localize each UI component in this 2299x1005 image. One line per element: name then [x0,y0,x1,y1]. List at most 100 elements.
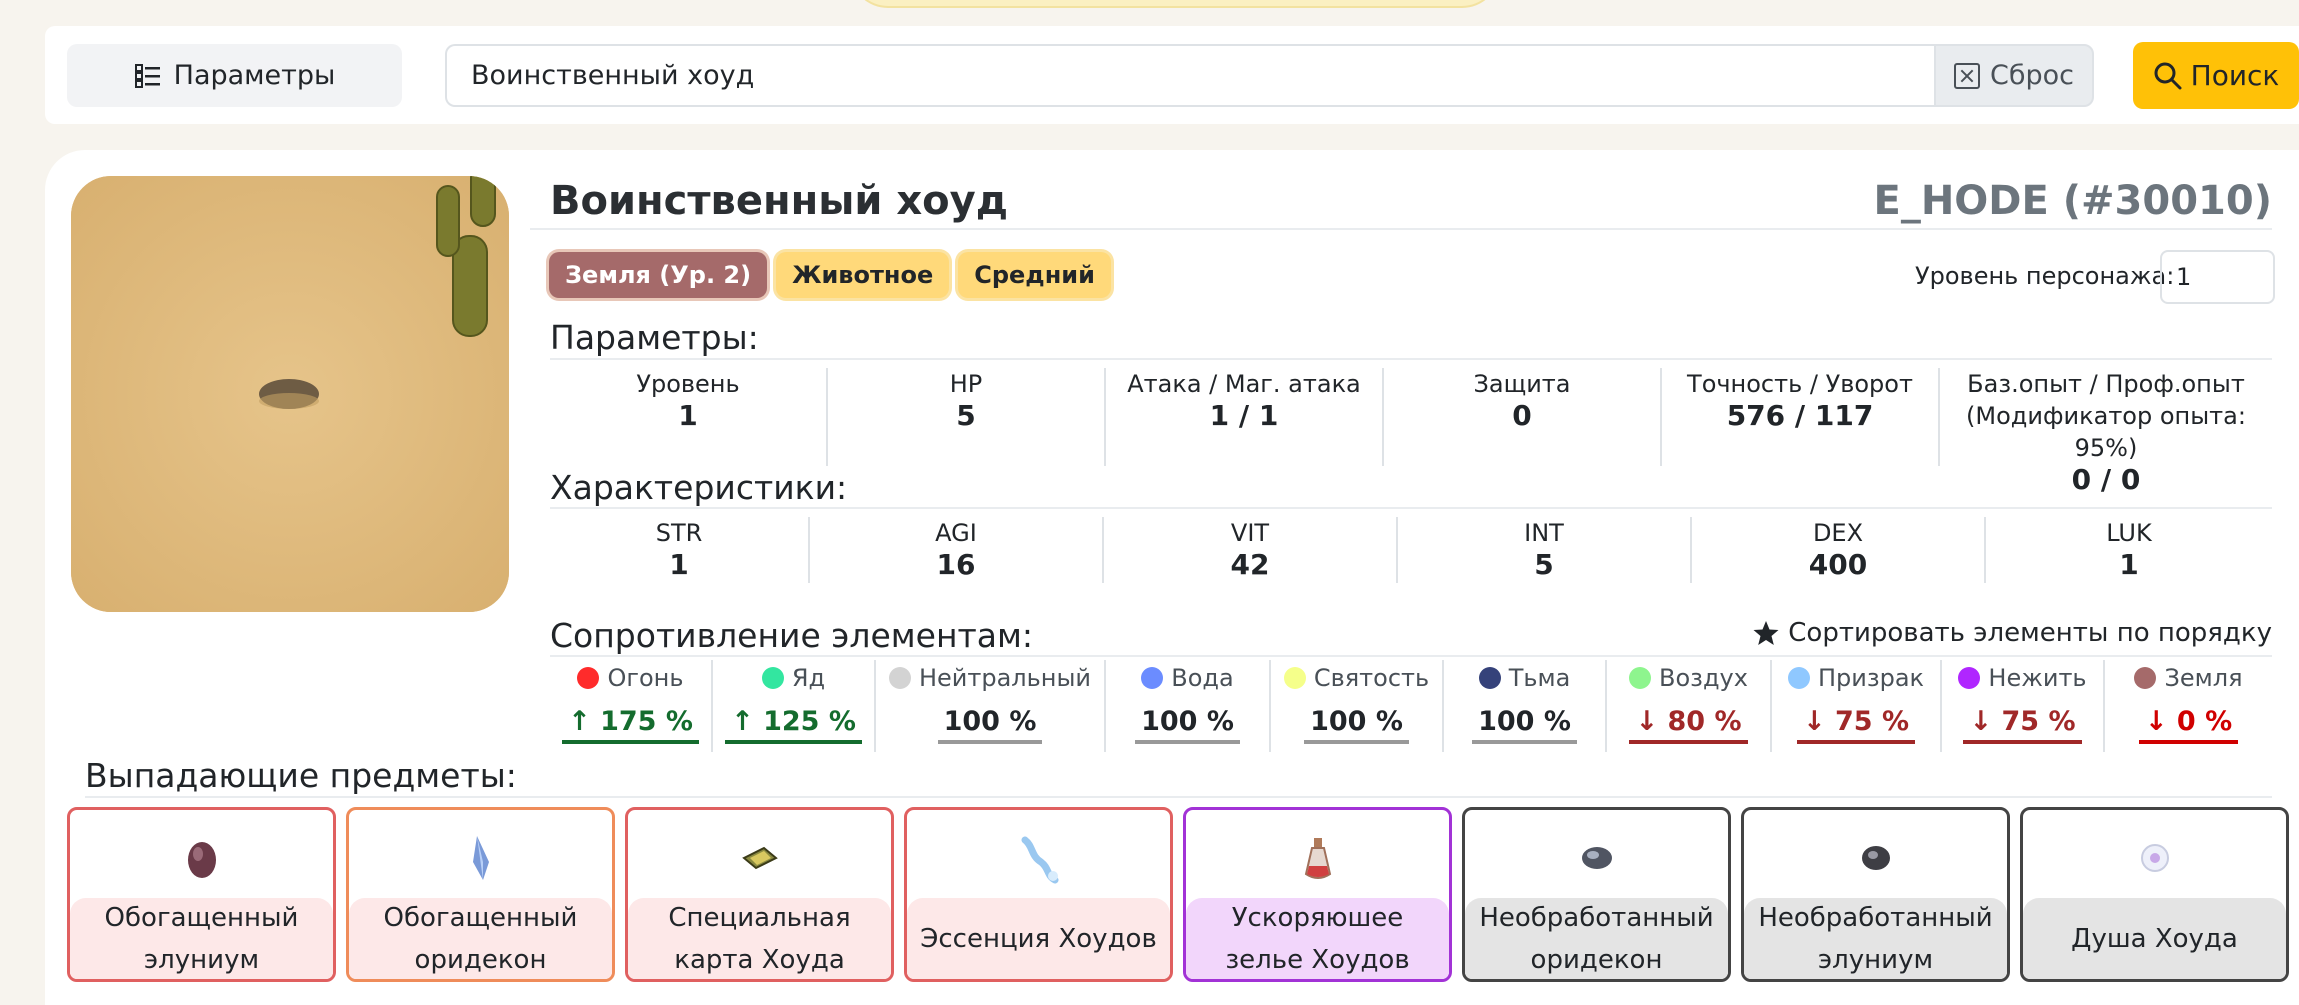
drop-item-label: Эссенция Хоудов [907,898,1170,979]
params-row: Уровень 1 HP 5 Атака / Маг. атака 1 / 1 … [550,368,2272,496]
sort-elements-label: Сортировать элементы по порядку [1788,618,2272,648]
char-level-label: Уровень персонажа: [1915,262,2175,290]
drop-item-label: Душа Хоуда [2023,898,2286,979]
soul-icon [2140,844,2169,872]
divider [550,507,2272,509]
search-button-label: Поиск [2190,59,2280,92]
reset-button[interactable]: Сброс [1934,44,2094,107]
element-badge: Земля (Ур. 2) [549,252,768,298]
search-input[interactable]: Воинственный хоуд [445,44,1935,107]
char-level-input[interactable]: 1 [2160,250,2275,304]
param-label: Защита [1473,370,1571,398]
stat-value: 1 [2119,548,2139,581]
element-name: Огонь [607,664,684,692]
stat-label: LUK [2106,519,2152,547]
parameters-button[interactable]: Параметры [67,44,402,107]
element-name: Яд [791,664,826,692]
list-check-icon [134,63,160,88]
param-value: 576 / 117 [1726,399,1874,432]
element-value: ↓ 0 % [2138,706,2239,744]
param-label: Атака / Маг. атака [1127,370,1361,398]
monster-id: E_HODE (#30010) [1873,178,2273,224]
drop-item-label: Необработанный элуниум [1744,898,2007,979]
param-value: 1 [678,399,698,432]
param-cell: Атака / Маг. атака 1 / 1 [1106,368,1384,466]
drop-item[interactable]: Эссенция Хоудов [904,807,1173,982]
star-icon [1753,621,1779,645]
element-ghost: Призрак ↓ 75 % [1772,660,1942,752]
param-value: 5 [956,399,976,432]
drop-item[interactable]: Обогащенный оридекон [346,807,615,982]
stat-label: STR [655,519,703,547]
drop-item[interactable]: Специальная карта Хоуда [625,807,894,982]
search-button[interactable]: Поиск [2133,42,2299,109]
stat-cell: DEX 400 [1692,517,1986,583]
parameters-button-label: Параметры [173,60,336,91]
element-shadow: Тьма 100 % [1444,660,1607,752]
stat-cell: INT 5 [1398,517,1692,583]
param-label: Уровень [636,370,740,398]
stat-value: 400 [1808,548,1868,581]
monster-image [71,176,509,612]
element-name: Воздух [1659,664,1748,692]
stat-cell: STR 1 [550,517,810,583]
divider [550,655,2272,657]
element-name: Нежить [1988,664,2087,692]
divider [85,796,2272,798]
drop-item[interactable]: Необработанный элуниум [1741,807,2010,982]
element-name: Нейтральный [918,664,1092,692]
monster-name: Воинственный хоуд [550,178,1009,224]
rough-oridecon-icon [1581,847,1612,869]
element-value: ↓ 75 % [1963,706,2082,744]
monster-badges: Земля (Ур. 2) Животное Средний [549,252,1111,298]
drop-item[interactable]: Ускоряюшее зелье Хоудов [1183,807,1452,982]
element-name: Святость [1313,664,1430,692]
elunium-icon [187,842,216,878]
reset-button-label: Сброс [1989,60,2074,91]
stats-row: STR 1 AGI 16 VIT 42 INT 5 DEX 400 LUK 1 [550,517,2272,583]
stat-cell: AGI 16 [810,517,1104,583]
param-label: Точность / Уворот [1687,370,1913,398]
param-cell: HP 5 [828,368,1106,466]
size-badge: Средний [958,252,1111,298]
water-dot-icon [1141,667,1164,689]
param-label: Баз.опыт / Проф.опыт [1967,370,2245,398]
element-value: 100 % [937,706,1043,744]
drop-item-label: Специальная карта Хоуда [628,898,891,979]
poison-dot-icon [761,667,784,689]
holy-dot-icon [1283,667,1306,689]
stat-value: 42 [1230,548,1270,581]
drop-item[interactable]: Душа Хоуда [2020,807,2289,982]
undead-dot-icon [1958,667,1981,689]
element-value: ↑ 175 % [562,706,699,744]
earth-dot-icon [2134,667,2157,689]
drops-title: Выпадающие предметы: [85,756,517,795]
char-level-value: 1 [2176,263,2192,291]
element-wind: Воздух ↓ 80 % [1607,660,1772,752]
stat-label: INT [1524,519,1564,547]
param-cell: Защита 0 [1384,368,1662,466]
divider [530,228,2272,230]
sort-elements-toggle[interactable]: Сортировать элементы по порядку [1752,618,2272,648]
element-name: Вода [1171,664,1234,692]
element-fire: Огонь ↑ 175 % [550,660,713,752]
stat-cell: LUK 1 [1986,517,2272,583]
drop-item-label: Обогащенный элуниум [70,898,333,979]
stat-value: 1 [669,548,689,581]
drop-item-label: Ускоряюшее зелье Хоудов [1186,898,1449,979]
element-value: ↓ 80 % [1629,706,1748,744]
top-decoration [850,0,1500,8]
stat-label: AGI [935,519,977,547]
divider [550,358,2272,360]
drop-item[interactable]: Обогащенный элуниум [67,807,336,982]
stat-label: VIT [1230,519,1270,547]
element-holy: Святость 100 % [1271,660,1444,752]
element-name: Земля [2164,664,2243,692]
drop-item[interactable]: Необработанный оридекон [1462,807,1731,982]
search-input-value: Воинственный хоуд [471,60,755,91]
element-undead: Нежить ↓ 75 % [1942,660,2105,752]
param-value: 0 [1512,399,1532,432]
monster-card: Воинственный хоуд E_HODE (#30010) Земля … [45,150,2299,1005]
oridecon-icon [472,836,489,880]
element-name: Призрак [1817,664,1925,692]
